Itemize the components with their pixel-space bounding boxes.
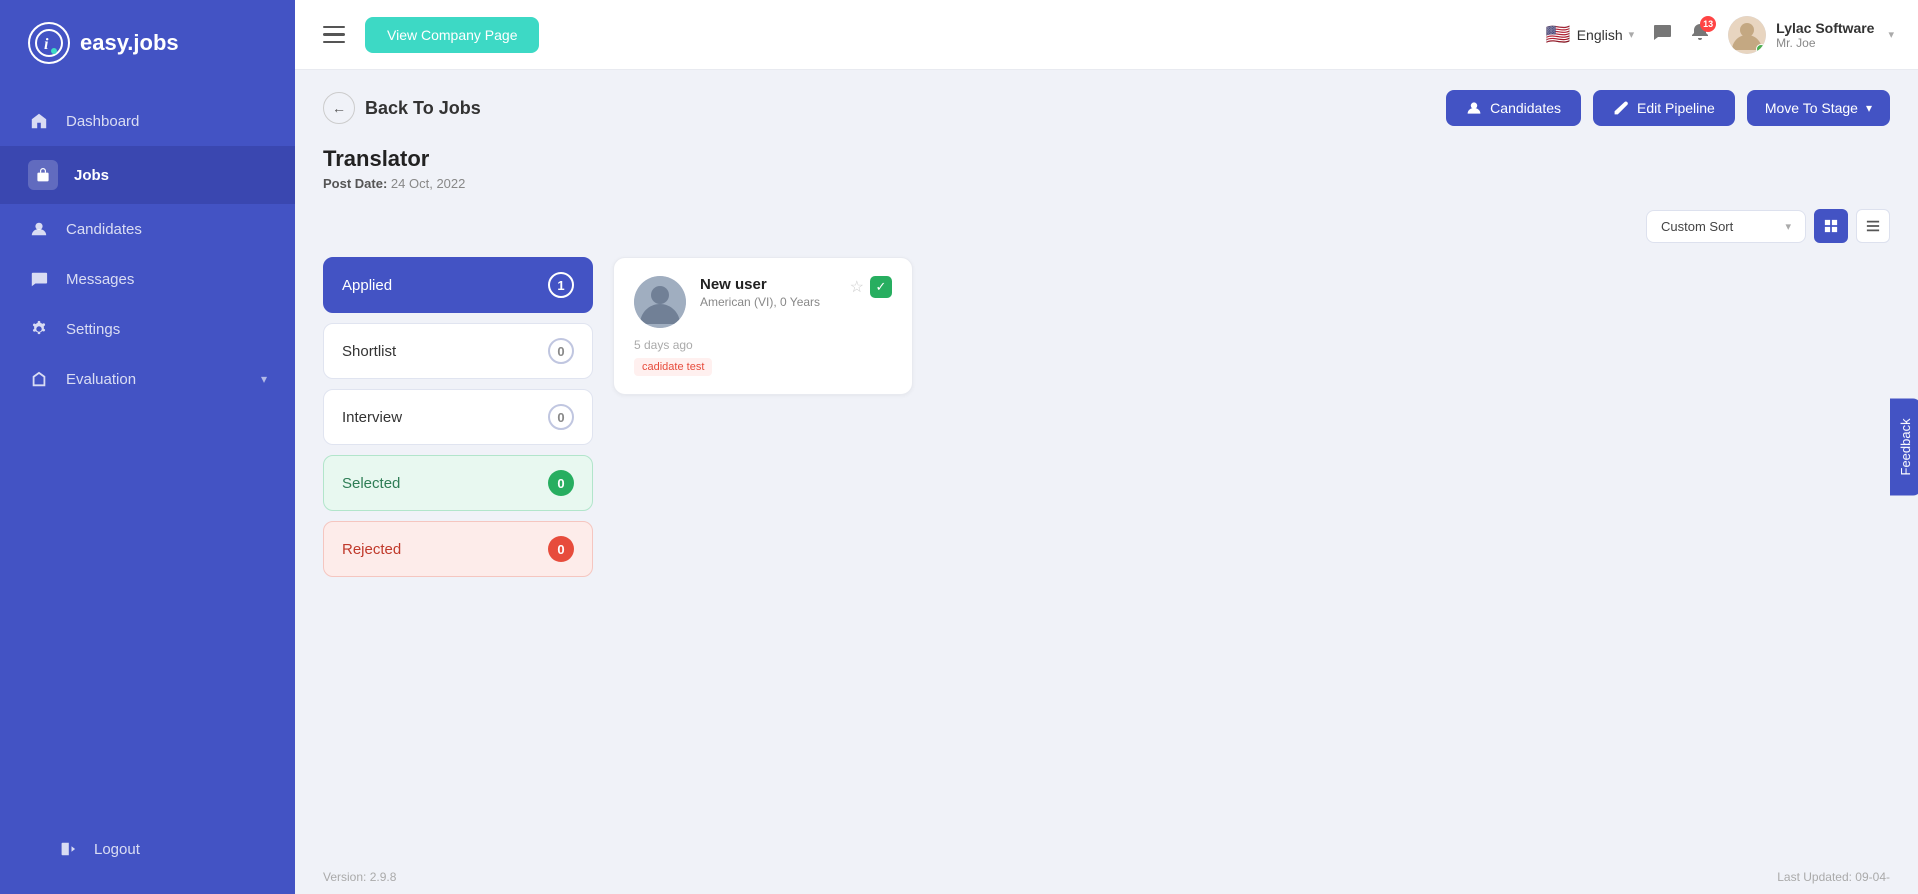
stage-item-interview[interactable]: Interview 0 [323, 389, 593, 445]
sidebar-item-label: Jobs [74, 167, 109, 184]
last-updated-label: Last Updated: 09-04- [1777, 870, 1890, 884]
version-label: Version: 2.9.8 [323, 870, 396, 884]
logo-icon: i [28, 22, 70, 64]
grid-view-button[interactable] [1814, 209, 1848, 243]
sidebar-item-label: Messages [66, 271, 134, 288]
view-company-button[interactable]: View Company Page [365, 17, 539, 53]
sidebar-item-evaluation[interactable]: Evaluation ▾ [0, 354, 295, 404]
job-title: Translator [323, 146, 1890, 172]
stage-badge-rejected: 0 [548, 536, 574, 562]
sidebar-item-candidates[interactable]: Candidates [0, 204, 295, 254]
stage-label: Selected [342, 475, 400, 492]
avatar [1728, 16, 1766, 54]
stage-label: Rejected [342, 541, 401, 558]
stage-list: Applied 1 Shortlist 0 Interview 0 Select… [323, 257, 593, 577]
list-view-button[interactable] [1856, 209, 1890, 243]
sidebar-item-jobs[interactable]: Jobs [0, 146, 295, 204]
chevron-down-icon: ▾ [1866, 101, 1872, 115]
sidebar-item-logout[interactable]: Logout [28, 824, 267, 874]
language-selector[interactable]: 🇺🇸 English ▾ [1546, 22, 1634, 47]
page-header: ← Back To Jobs Candidates Edit Pipeline … [323, 90, 1890, 126]
topbar: View Company Page 🇺🇸 English ▾ 13 [295, 0, 1918, 70]
move-to-stage-button[interactable]: Move To Stage ▾ [1747, 90, 1890, 126]
feedback-button[interactable]: Feedback [1890, 398, 1918, 495]
sidebar-item-settings[interactable]: Settings [0, 304, 295, 354]
back-label: Back To Jobs [365, 98, 481, 119]
svg-text:i: i [44, 36, 49, 53]
stage-item-shortlist[interactable]: Shortlist 0 [323, 323, 593, 379]
company-name: Lylac Software [1776, 20, 1874, 36]
star-button[interactable]: ☆ [850, 277, 864, 297]
chevron-down-icon: ▾ [1888, 28, 1894, 41]
candidates-icon [28, 218, 50, 240]
app-name: easy.jobs [80, 30, 179, 56]
chevron-down-icon: ▾ [1629, 28, 1635, 41]
evaluation-icon [28, 368, 50, 390]
candidate-avatar [634, 276, 686, 328]
notification-badge: 13 [1700, 16, 1716, 32]
language-label: English [1577, 27, 1623, 43]
stage-item-applied[interactable]: Applied 1 [323, 257, 593, 313]
messages-icon [28, 268, 50, 290]
stage-badge-interview: 0 [548, 404, 574, 430]
content: ← Back To Jobs Candidates Edit Pipeline … [295, 70, 1918, 860]
user-role: Mr. Joe [1776, 36, 1874, 50]
footer: Version: 2.9.8 Last Updated: 09-04- [295, 860, 1918, 894]
home-icon [28, 110, 50, 132]
candidate-location: American (VI), 0 Years [700, 295, 836, 309]
sidebar: i easy.jobs Dashboard Jobs Candidates [0, 0, 295, 894]
header-actions: Candidates Edit Pipeline Move To Stage ▾ [1446, 90, 1890, 126]
pipeline-section: Applied 1 Shortlist 0 Interview 0 Select… [323, 257, 1890, 577]
sidebar-item-label: Dashboard [66, 113, 139, 130]
topbar-left: View Company Page [319, 17, 539, 53]
stage-label: Applied [342, 277, 392, 294]
user-info[interactable]: Lylac Software Mr. Joe ▾ [1728, 16, 1894, 54]
topbar-right: 🇺🇸 English ▾ 13 [1546, 16, 1894, 54]
job-title-area: Translator Post Date: 24 Oct, 2022 [323, 146, 1890, 191]
back-to-jobs-link[interactable]: ← Back To Jobs [323, 92, 481, 124]
candidate-name: New user [700, 276, 836, 293]
stage-badge-selected: 0 [548, 470, 574, 496]
chat-button[interactable] [1652, 22, 1672, 47]
sidebar-item-messages[interactable]: Messages [0, 254, 295, 304]
stage-badge-applied: 1 [548, 272, 574, 298]
menu-toggle-button[interactable] [319, 22, 349, 48]
stage-item-rejected[interactable]: Rejected 0 [323, 521, 593, 577]
stage-badge-shortlist: 0 [548, 338, 574, 364]
candidate-tag: cadidate test [634, 358, 712, 376]
sidebar-item-label: Settings [66, 321, 120, 338]
chevron-down-icon: ▾ [261, 372, 267, 386]
stage-label: Interview [342, 409, 402, 426]
candidate-card: New user American (VI), 0 Years ☆ ✓ 5 da… [613, 257, 913, 395]
edit-pipeline-button[interactable]: Edit Pipeline [1593, 90, 1735, 126]
candidate-time: 5 days ago [634, 338, 892, 352]
sort-dropdown[interactable]: Custom Sort ▾ [1646, 210, 1806, 243]
flag-icon: 🇺🇸 [1546, 22, 1571, 47]
candidates-panel: New user American (VI), 0 Years ☆ ✓ 5 da… [613, 257, 1890, 395]
sidebar-nav: Dashboard Jobs Candidates Messages Setti [0, 86, 295, 810]
chevron-down-icon: ▾ [1785, 220, 1791, 233]
sidebar-item-label: Evaluation [66, 371, 136, 388]
sort-controls: Custom Sort ▾ [323, 209, 1890, 243]
back-arrow-icon: ← [323, 92, 355, 124]
stage-item-selected[interactable]: Selected 0 [323, 455, 593, 511]
job-postdate: Post Date: 24 Oct, 2022 [323, 176, 1890, 191]
candidates-button[interactable]: Candidates [1446, 90, 1581, 126]
sidebar-item-label: Candidates [66, 221, 142, 238]
sidebar-item-dashboard[interactable]: Dashboard [0, 96, 295, 146]
sort-label: Custom Sort [1661, 219, 1733, 234]
main-area: View Company Page 🇺🇸 English ▾ 13 [295, 0, 1918, 894]
logout-icon [56, 838, 78, 860]
sidebar-logout-label: Logout [94, 841, 140, 858]
stage-label: Shortlist [342, 343, 396, 360]
user-status-indicator [1756, 44, 1766, 54]
sidebar-bottom: Logout [0, 810, 295, 894]
notification-button[interactable]: 13 [1690, 22, 1710, 47]
logo: i easy.jobs [0, 0, 295, 86]
check-button[interactable]: ✓ [870, 276, 892, 298]
jobs-icon [28, 160, 58, 190]
settings-icon [28, 318, 50, 340]
